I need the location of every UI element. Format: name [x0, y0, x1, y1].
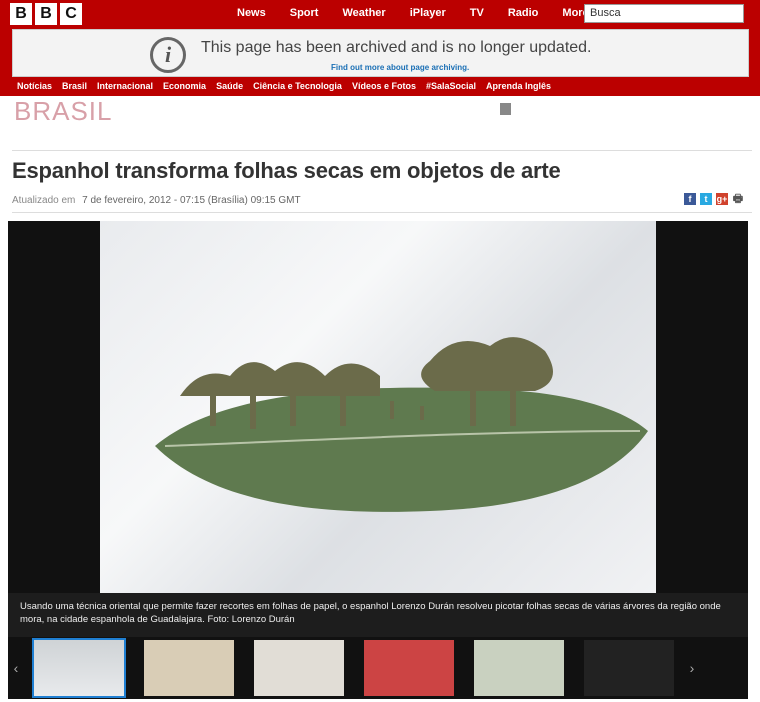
section-economia[interactable]: Economia — [158, 79, 211, 93]
section-saude[interactable]: Saúde — [211, 79, 248, 93]
logo-letter: B — [10, 3, 32, 25]
bbc-header: B B C News Sport Weather iPlayer TV Radi… — [0, 0, 760, 96]
nav-tv[interactable]: TV — [458, 0, 496, 26]
twitter-icon[interactable]: t — [700, 193, 712, 205]
timestamp-value: 7 de fevereiro, 2012 - 07:15 (Brasília) … — [82, 195, 301, 206]
bbc-logo[interactable]: B B C — [10, 3, 82, 25]
timestamp-label: Atualizado em — [12, 195, 76, 206]
next-arrow-icon[interactable]: › — [684, 637, 700, 699]
facebook-icon[interactable]: f — [684, 193, 696, 205]
timestamp: Atualizado em 7 de fevereiro, 2012 - 07:… — [12, 195, 301, 206]
global-nav: News Sport Weather iPlayer TV Radio More — [225, 0, 601, 26]
archive-banner: i This page has been archived and is no … — [12, 29, 749, 77]
section-aprenda-ingles[interactable]: Aprenda Inglês — [481, 79, 556, 93]
gallery-thumbnail[interactable] — [364, 640, 454, 696]
nav-news[interactable]: News — [225, 0, 278, 26]
section-videos[interactable]: Vídeos e Fotos — [347, 79, 421, 93]
gplus-icon[interactable]: g+ — [716, 193, 728, 205]
print-icon[interactable]: 🖶 — [732, 193, 744, 205]
section-ciencia[interactable]: Ciência e Tecnologia — [248, 79, 347, 93]
brand-brasil[interactable]: BRASIL — [14, 96, 113, 127]
gallery-thumbnail[interactable] — [144, 640, 234, 696]
divider — [12, 150, 752, 151]
archive-link[interactable]: Find out more about page archiving. — [331, 63, 469, 72]
gallery-thumbnail[interactable] — [32, 638, 126, 698]
thumbnail-strip: ‹ › — [8, 637, 748, 699]
section-nav: Notícias Brasil Internacional Economia S… — [12, 79, 556, 93]
section-noticias[interactable]: Notícias — [12, 79, 57, 93]
placeholder-box — [500, 103, 511, 115]
gallery-thumbnail[interactable] — [584, 640, 674, 696]
share-tools: f t g+ 🖶 — [684, 193, 744, 205]
logo-letter: B — [35, 3, 57, 25]
section-internacional[interactable]: Internacional — [92, 79, 158, 93]
gallery-main-image — [100, 221, 656, 593]
divider — [12, 212, 752, 213]
photo-gallery: Usando uma técnica oriental que permite … — [8, 221, 748, 699]
prev-arrow-icon[interactable]: ‹ — [8, 637, 24, 699]
nav-radio[interactable]: Radio — [496, 0, 551, 26]
info-icon: i — [150, 37, 186, 73]
gallery-thumbnail[interactable] — [474, 640, 564, 696]
logo-letter: C — [60, 3, 82, 25]
gallery-thumbnail[interactable] — [254, 640, 344, 696]
gallery-caption: Usando uma técnica oriental que permite … — [8, 593, 748, 637]
search-input[interactable]: Busca — [584, 4, 744, 23]
nav-sport[interactable]: Sport — [278, 0, 331, 26]
archive-message: This page has been archived and is no lo… — [201, 39, 592, 56]
nav-iplayer[interactable]: iPlayer — [398, 0, 458, 26]
page-title: Espanhol transforma folhas secas em obje… — [12, 158, 561, 183]
nav-weather[interactable]: Weather — [330, 0, 397, 26]
section-brasil[interactable]: Brasil — [57, 79, 92, 93]
section-salasocial[interactable]: #SalaSocial — [421, 79, 481, 93]
